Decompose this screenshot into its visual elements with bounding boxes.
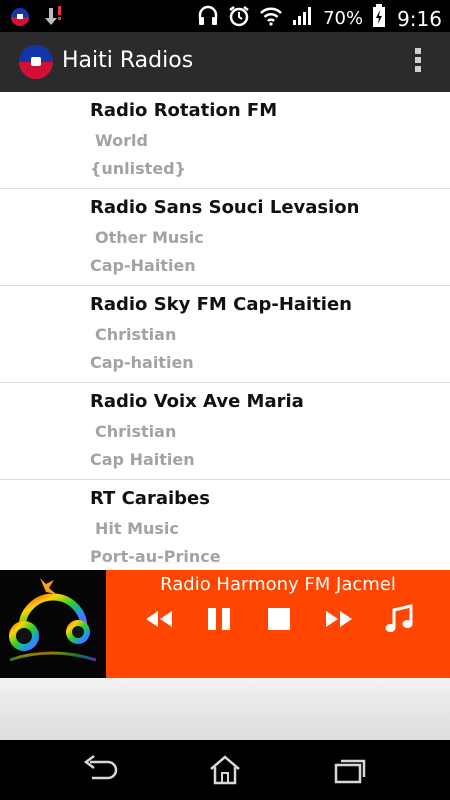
stop-icon[interactable] [262, 602, 296, 636]
battery-percentage: 70% [323, 8, 364, 29]
now-playing-title: Radio Harmony FM Jacmel [160, 574, 396, 595]
station-city: Cap-Haitien [90, 256, 196, 275]
station-name: RT Caraibes [90, 488, 210, 509]
station-genre: Christian [95, 422, 177, 441]
haiti-flag-icon [10, 7, 30, 32]
station-item[interactable]: Radio Voix Ave Maria Christian Cap Haiti… [0, 383, 450, 480]
station-city: Cap Haitien [90, 450, 195, 469]
station-item[interactable]: RT Caraibes Hit Music Port-au-Prince [0, 480, 450, 570]
station-name: Radio Voix Ave Maria [90, 391, 304, 412]
back-icon[interactable] [80, 754, 120, 786]
station-name: Radio Rotation FM [90, 100, 278, 121]
app-title: Haiti Radios [62, 48, 194, 73]
next-icon[interactable] [322, 602, 356, 636]
station-name: Radio Sky FM Cap-Haitien [90, 294, 352, 315]
station-genre: Other Music [95, 228, 204, 247]
station-genre: Christian [95, 325, 177, 344]
music-note-icon[interactable] [382, 602, 416, 636]
wifi-icon [259, 5, 283, 32]
home-icon[interactable] [205, 754, 245, 786]
battery-icon [372, 4, 386, 33]
station-list[interactable]: Radio Rotation FM World {unlisted} Radio… [0, 92, 450, 570]
app-bar: Haiti Radios [0, 32, 450, 92]
navigation-bar [0, 740, 450, 800]
overflow-menu-icon[interactable] [414, 48, 422, 76]
station-name: Radio Sans Souci Levasion [90, 197, 360, 218]
clock: 9:16 [397, 6, 442, 31]
station-item[interactable]: Radio Rotation FM World {unlisted} [0, 92, 450, 189]
alarm-icon [228, 5, 250, 32]
pause-icon[interactable] [202, 602, 236, 636]
station-item[interactable]: Radio Sky FM Cap-Haitien Christian Cap-h… [0, 286, 450, 383]
signal-icon [292, 5, 314, 32]
headphones-artwork [0, 570, 106, 678]
station-genre: World [95, 131, 148, 150]
previous-icon[interactable] [142, 602, 176, 636]
now-playing-bar: Radio Harmony FM Jacmel [0, 570, 450, 678]
station-city: {unlisted} [90, 159, 187, 178]
status-bar: 70% 9:16 [0, 0, 450, 32]
station-city: Port-au-Prince [90, 547, 221, 566]
empty-area [0, 678, 450, 740]
station-genre: Hit Music [95, 519, 179, 538]
recent-apps-icon[interactable] [330, 754, 370, 786]
station-item[interactable]: Radio Sans Souci Levasion Other Music Ca… [0, 189, 450, 286]
headset-icon [197, 5, 219, 32]
station-city: Cap-haitien [90, 353, 194, 372]
haiti-flag-app-icon[interactable] [19, 45, 53, 79]
download-icon [42, 6, 62, 33]
